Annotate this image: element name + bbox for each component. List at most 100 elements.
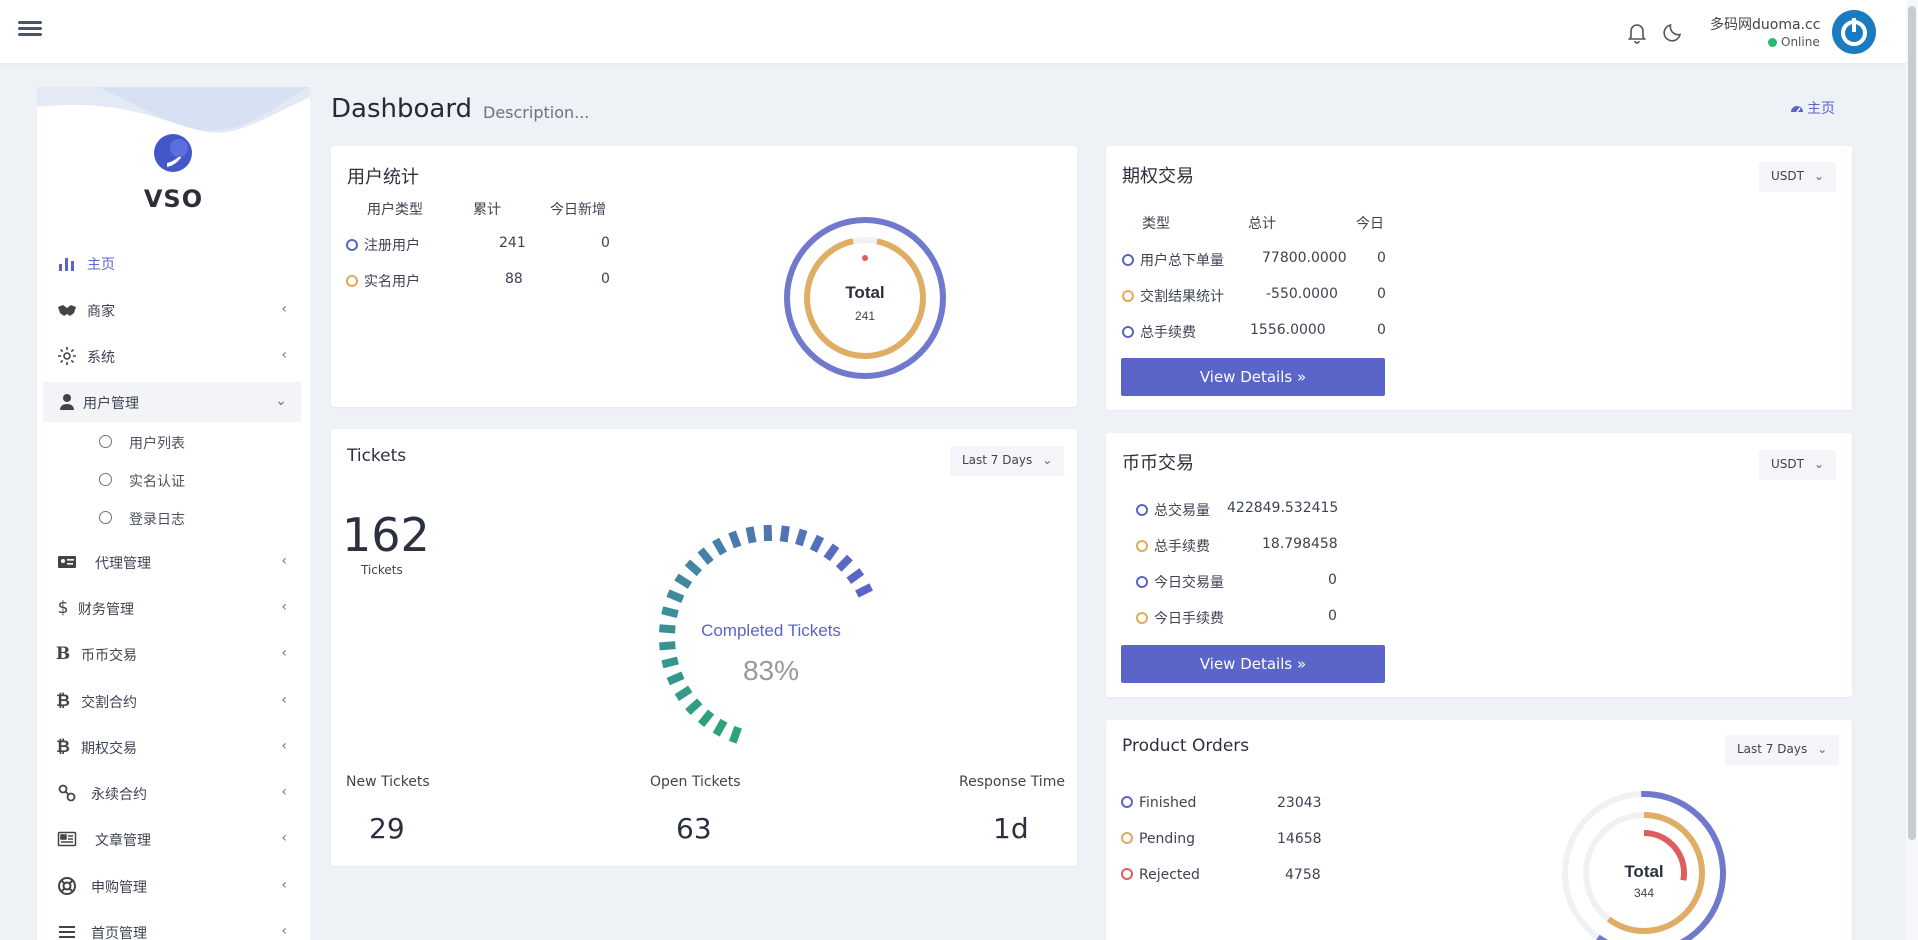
- view-details-button[interactable]: View Details »: [1121, 358, 1385, 396]
- sidebar-item-label: 期权交易: [81, 741, 137, 757]
- list-item: Rejected: [1121, 867, 1200, 883]
- open-tickets-label: Open Tickets: [650, 774, 741, 790]
- menu-toggle-icon[interactable]: [18, 18, 42, 40]
- gauge-segment: [855, 583, 873, 598]
- bitcoin-icon: ₿: [56, 691, 70, 711]
- sidebar-item-finance[interactable]: $ 财务管理 ‹: [43, 588, 301, 628]
- chevron-down-icon: ⌄: [1813, 169, 1825, 183]
- response-time-label: Response Time: [959, 774, 1065, 790]
- currency-select[interactable]: USDT ⌄: [1759, 450, 1837, 480]
- scrollbar-thumb[interactable]: [1908, 6, 1916, 840]
- open-tickets-value: 63: [676, 812, 712, 845]
- sidebar-item-label: 用户管理: [83, 396, 139, 412]
- chevron-down-icon: ⌄: [1813, 457, 1825, 471]
- page-title: Dashboard: [331, 94, 473, 124]
- row-label: 总交易量: [1154, 503, 1210, 519]
- card-title: Product Orders: [1122, 736, 1250, 756]
- sidebar-item-spot-trading[interactable]: B 币币交易 ‹: [43, 634, 301, 674]
- row-today: 0: [1377, 322, 1386, 338]
- view-details-button[interactable]: View Details »: [1121, 645, 1385, 683]
- row-total: 241: [499, 235, 526, 251]
- chevron-left-icon: ‹: [281, 301, 287, 317]
- donut-value: 241: [855, 309, 875, 323]
- list-item: 今日手续费: [1136, 608, 1224, 628]
- sidebar-item-label: 币币交易: [81, 648, 137, 664]
- bitcoin-icon: ₿: [56, 737, 70, 757]
- gauge-segment: [779, 525, 790, 543]
- chevron-down-icon: ⌄: [1042, 453, 1053, 467]
- row-total: -550.0000: [1266, 286, 1338, 302]
- chevron-left-icon: ‹: [281, 877, 287, 893]
- list-item: Pending: [1121, 831, 1195, 847]
- row-total: 77800.0000: [1262, 250, 1347, 266]
- chevron-left-icon: ‹: [281, 553, 287, 569]
- gauge-label: Completed Tickets: [701, 621, 841, 640]
- gauge-segment: [661, 606, 679, 618]
- circle-icon: [1136, 540, 1148, 552]
- sidebar-item-label: 永续合约: [91, 787, 147, 803]
- handshake-icon: [58, 305, 76, 316]
- circle-icon: [1122, 254, 1134, 266]
- row-value: 4758: [1285, 867, 1321, 883]
- bell-icon[interactable]: [1625, 20, 1649, 44]
- moon-icon[interactable]: [1661, 20, 1685, 44]
- new-tickets-value: 29: [369, 812, 405, 845]
- sidebar-item-merchant[interactable]: 商家 ‹: [43, 290, 301, 330]
- circle-icon: [1136, 576, 1148, 588]
- card-title: Tickets: [347, 446, 407, 466]
- sidebar-item-label: 申购管理: [91, 880, 147, 896]
- circle-icon: [1121, 832, 1133, 844]
- bar-chart-icon: [59, 258, 74, 271]
- table-row: 总手续费: [1122, 322, 1196, 342]
- tickets-count-label: Tickets: [361, 563, 403, 577]
- range-select[interactable]: Last 7 Days ⌄: [1725, 735, 1840, 765]
- user-name[interactable]: 多码网duoma.cc: [1710, 14, 1820, 34]
- sidebar-item-delivery-contract[interactable]: ₿ 交割合约 ‹: [43, 681, 301, 721]
- currency-select[interactable]: USDT ⌄: [1759, 162, 1837, 192]
- product-orders-card: Product Orders Last 7 Days ⌄ Finished 230…: [1106, 720, 1852, 940]
- card-title: 用户统计: [347, 167, 419, 188]
- sidebar-item-subscription-management[interactable]: 申购管理 ‹: [43, 866, 301, 906]
- row-today: 0: [601, 235, 610, 251]
- table-row: 用户总下单量: [1122, 250, 1224, 270]
- chevron-left-icon: ‹: [281, 784, 287, 800]
- sidebar-item-user-management[interactable]: 用户管理 ⌄: [43, 382, 301, 422]
- sidebar-item-agent-management[interactable]: 代理管理 ‹: [43, 542, 301, 582]
- sidebar-item-home[interactable]: 主页: [43, 243, 301, 283]
- sidebar-item-perpetual-contract[interactable]: 永续合约 ‹: [43, 773, 301, 813]
- circle-icon: [346, 275, 358, 287]
- row-label: 今日手续费: [1154, 611, 1224, 627]
- donut-value: 344: [1634, 886, 1654, 900]
- gauge-segment: [809, 534, 825, 553]
- sidebar-item-label: 交割合约: [81, 695, 137, 711]
- sidebar-item-label: 文章管理: [95, 833, 151, 849]
- response-time-value: 1d: [993, 812, 1029, 845]
- sidebar-item-homepage-management[interactable]: 首页管理 ‹: [43, 912, 301, 940]
- spot-trading-card: 币币交易 USDT ⌄ 总交易量 422849.532415 总手续费 18.79…: [1106, 433, 1852, 697]
- options-trading-card: 期权交易 USDT ⌄ 类型 总计 今日 用户总下单量 77800.0000 0 …: [1106, 146, 1852, 410]
- breadcrumb-home[interactable]: 主页: [1807, 101, 1835, 117]
- range-select[interactable]: Last 7 Days ⌄: [950, 446, 1065, 476]
- table-row: 交割结果统计: [1122, 286, 1224, 306]
- card-title: 期权交易: [1122, 166, 1194, 187]
- chevron-left-icon: ‹: [281, 645, 287, 661]
- sidebar-item-article-management[interactable]: 文章管理 ‹: [43, 819, 301, 859]
- user-stats-card: 用户统计 用户类型 累计 今日新增 注册用户 241 0 实名用户 88 0 T…: [331, 146, 1077, 407]
- sidebar-item-system[interactable]: 系统 ‹: [43, 336, 301, 376]
- gauge-segment: [661, 656, 679, 669]
- page-scrollbar[interactable]: [1906, 0, 1918, 940]
- list-item: 今日交易量: [1136, 572, 1224, 592]
- top-bar: 多码网duoma.cc Online: [0, 0, 1918, 63]
- row-total: 88: [505, 271, 523, 287]
- row-label: Rejected: [1139, 867, 1200, 883]
- gauge-segment: [674, 685, 693, 701]
- circle-icon: [1121, 796, 1133, 808]
- gauge-segment: [712, 537, 727, 556]
- row-value: 0: [1328, 572, 1337, 588]
- breadcrumb[interactable]: 主页: [1790, 98, 1835, 118]
- list-item: Finished: [1121, 795, 1196, 811]
- row-label: 总手续费: [1154, 539, 1210, 555]
- sidebar-item-options-trading[interactable]: ₿ 期权交易 ‹: [43, 727, 301, 767]
- avatar[interactable]: [1832, 10, 1876, 54]
- row-label: Pending: [1139, 831, 1195, 847]
